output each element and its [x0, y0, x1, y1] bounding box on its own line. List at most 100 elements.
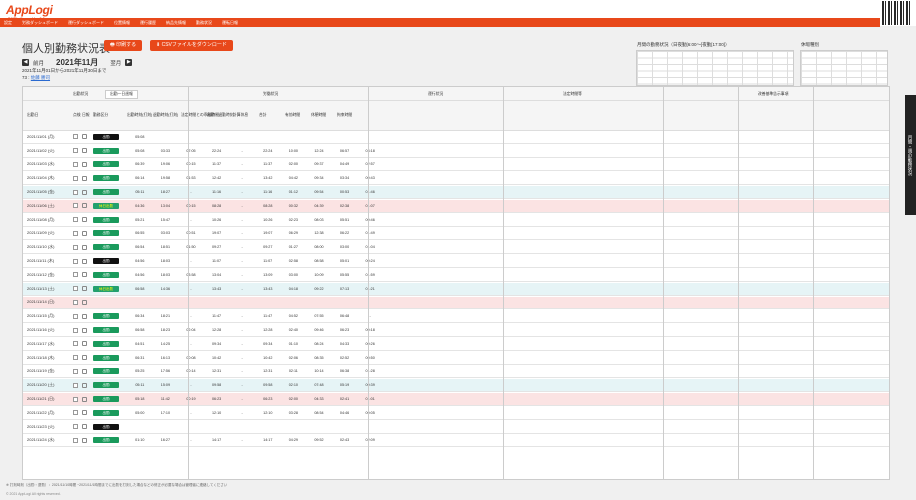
- monthly-weekly-side-tab[interactable]: 月間・週の勤務状況: [905, 95, 916, 215]
- attendance-type-select[interactable]: 出勤: [93, 437, 119, 444]
- attendance-type-select[interactable]: 出勤: [93, 175, 119, 182]
- attendance-type-select[interactable]: 出勤: [93, 368, 119, 375]
- check-box[interactable]: [73, 161, 78, 167]
- attendance-type-select[interactable]: 出勤: [93, 271, 119, 278]
- attendance-type-select[interactable]: 出勤: [93, 313, 119, 320]
- check-box[interactable]: [73, 299, 78, 305]
- edit-icon[interactable]: [82, 189, 87, 195]
- edit-icon[interactable]: [82, 244, 87, 250]
- attendance-type-select[interactable]: 出勤: [93, 382, 119, 389]
- check-box[interactable]: [73, 203, 78, 209]
- attendance-type-select[interactable]: 出勤: [93, 216, 119, 223]
- attendance-type-select[interactable]: 出勤: [93, 244, 119, 251]
- row-value: 04:56: [135, 259, 145, 264]
- check-box[interactable]: [73, 355, 78, 361]
- check-box[interactable]: [73, 327, 78, 333]
- nav-item[interactable]: 運行履歴: [140, 20, 156, 26]
- edit-icon[interactable]: [82, 437, 87, 443]
- check-box[interactable]: [73, 189, 78, 195]
- row-value: 05:01: [339, 259, 350, 264]
- row-value: 02:00: [288, 397, 298, 402]
- nav-item[interactable]: 設定: [4, 20, 12, 26]
- edit-icon[interactable]: [82, 258, 87, 264]
- attendance-type-select[interactable]: 出勤: [93, 354, 119, 361]
- attendance-type-select[interactable]: 出勤: [93, 409, 119, 416]
- row-value: 03:03: [160, 231, 170, 236]
- edit-icon[interactable]: [82, 355, 87, 361]
- edit-icon[interactable]: [82, 368, 87, 374]
- edit-icon[interactable]: [82, 203, 87, 209]
- attendance-type-select[interactable]: 出勤: [93, 258, 119, 265]
- next-month-icon[interactable]: ▶: [125, 59, 133, 66]
- check-box[interactable]: [73, 382, 78, 388]
- check-box[interactable]: [73, 244, 78, 250]
- nav-item[interactable]: 位置情報: [114, 20, 130, 26]
- edit-icon[interactable]: [82, 424, 87, 430]
- row-value: 17:56: [160, 369, 170, 374]
- attendance-type-select[interactable]: 休日出勤: [93, 285, 119, 292]
- edit-icon[interactable]: [82, 148, 87, 154]
- attendance-type-select[interactable]: 出勤: [93, 147, 119, 154]
- check-box[interactable]: [73, 230, 78, 236]
- edit-icon[interactable]: [82, 230, 87, 236]
- edit-icon[interactable]: [82, 313, 87, 319]
- employee-link[interactable]: 佐藤 勝司: [31, 75, 50, 80]
- edit-icon[interactable]: [82, 161, 87, 167]
- attendance-type-select[interactable]: 出勤: [93, 133, 119, 140]
- nav-item[interactable]: 運行ダッシュボード: [68, 20, 104, 26]
- check-box[interactable]: [73, 437, 78, 443]
- row-value: 11:42: [160, 397, 170, 402]
- nav-item[interactable]: 納品先情報: [166, 20, 186, 26]
- check-box[interactable]: [73, 396, 78, 402]
- nav-item[interactable]: 運転日報: [222, 20, 238, 26]
- employee-line: 73 : 佐藤 勝司: [22, 75, 50, 81]
- attendance-type-select[interactable]: 出勤: [93, 230, 119, 237]
- edit-icon[interactable]: [82, 327, 87, 333]
- check-box[interactable]: [73, 148, 78, 154]
- check-box[interactable]: [73, 217, 78, 223]
- edit-icon[interactable]: [82, 217, 87, 223]
- edit-icon[interactable]: [82, 341, 87, 347]
- edit-icon[interactable]: [82, 299, 87, 305]
- tab-attendance[interactable]: 出勤状況: [73, 92, 88, 97]
- table-row: 2021/11/11 (木) 出勤 04:56 18:03 - 11:07 - 11:07 02…: [23, 255, 889, 268]
- edit-icon[interactable]: [82, 410, 87, 416]
- nav-item[interactable]: 労務ダッシュボード: [22, 20, 58, 26]
- row-value: 00:19: [186, 397, 196, 402]
- edit-icon[interactable]: [82, 175, 87, 181]
- prev-month-icon[interactable]: ◀: [22, 59, 29, 66]
- edit-icon[interactable]: [82, 382, 87, 388]
- attendance-type-select[interactable]: 出勤: [93, 423, 119, 430]
- csv-download-button[interactable]: ⬇ CSVファイルをダウンロード: [150, 40, 233, 51]
- edit-icon[interactable]: [82, 134, 87, 140]
- app-logo[interactable]: AppLogi: [6, 3, 53, 17]
- edit-icon[interactable]: [82, 286, 87, 292]
- next-month-button[interactable]: 翌月: [110, 59, 121, 67]
- tab-daily[interactable]: 出勤一日週報: [105, 90, 138, 99]
- check-box[interactable]: [73, 272, 78, 278]
- check-box[interactable]: [73, 286, 78, 292]
- attendance-type-select[interactable]: 出勤: [93, 327, 119, 334]
- attendance-type-select[interactable]: 出勤: [93, 340, 119, 347]
- row-values: 04:36 13:04 00:15 08:28 - 08:28 00:32 04:39 02:3…: [127, 204, 383, 208]
- print-button[interactable]: 🖶 印刷する: [104, 40, 143, 51]
- check-box[interactable]: [73, 368, 78, 374]
- edit-icon[interactable]: [82, 272, 87, 278]
- monthly-summary-grid: [637, 51, 793, 85]
- check-box[interactable]: [73, 341, 78, 347]
- table-row: 2021/11/12 (金) 出勤 04:56 18:03 03:58 13:04 - 13:…: [23, 269, 889, 282]
- check-box[interactable]: [73, 175, 78, 181]
- attendance-type-select[interactable]: 出勤: [93, 396, 119, 403]
- attendance-type-select[interactable]: 休日出勤: [93, 202, 119, 209]
- check-box[interactable]: [73, 424, 78, 430]
- attendance-type-select[interactable]: 出勤: [93, 189, 119, 196]
- check-box[interactable]: [73, 134, 78, 140]
- attendance-type-select[interactable]: 出勤: [93, 161, 119, 168]
- check-box[interactable]: [73, 258, 78, 264]
- edit-icon[interactable]: [82, 396, 87, 402]
- check-box[interactable]: [73, 313, 78, 319]
- check-box[interactable]: [73, 410, 78, 416]
- nav-item[interactable]: 勤務状況: [196, 20, 212, 26]
- row-date: 2021/11/09 (火): [27, 230, 55, 236]
- prev-month-button[interactable]: 前月: [33, 59, 44, 67]
